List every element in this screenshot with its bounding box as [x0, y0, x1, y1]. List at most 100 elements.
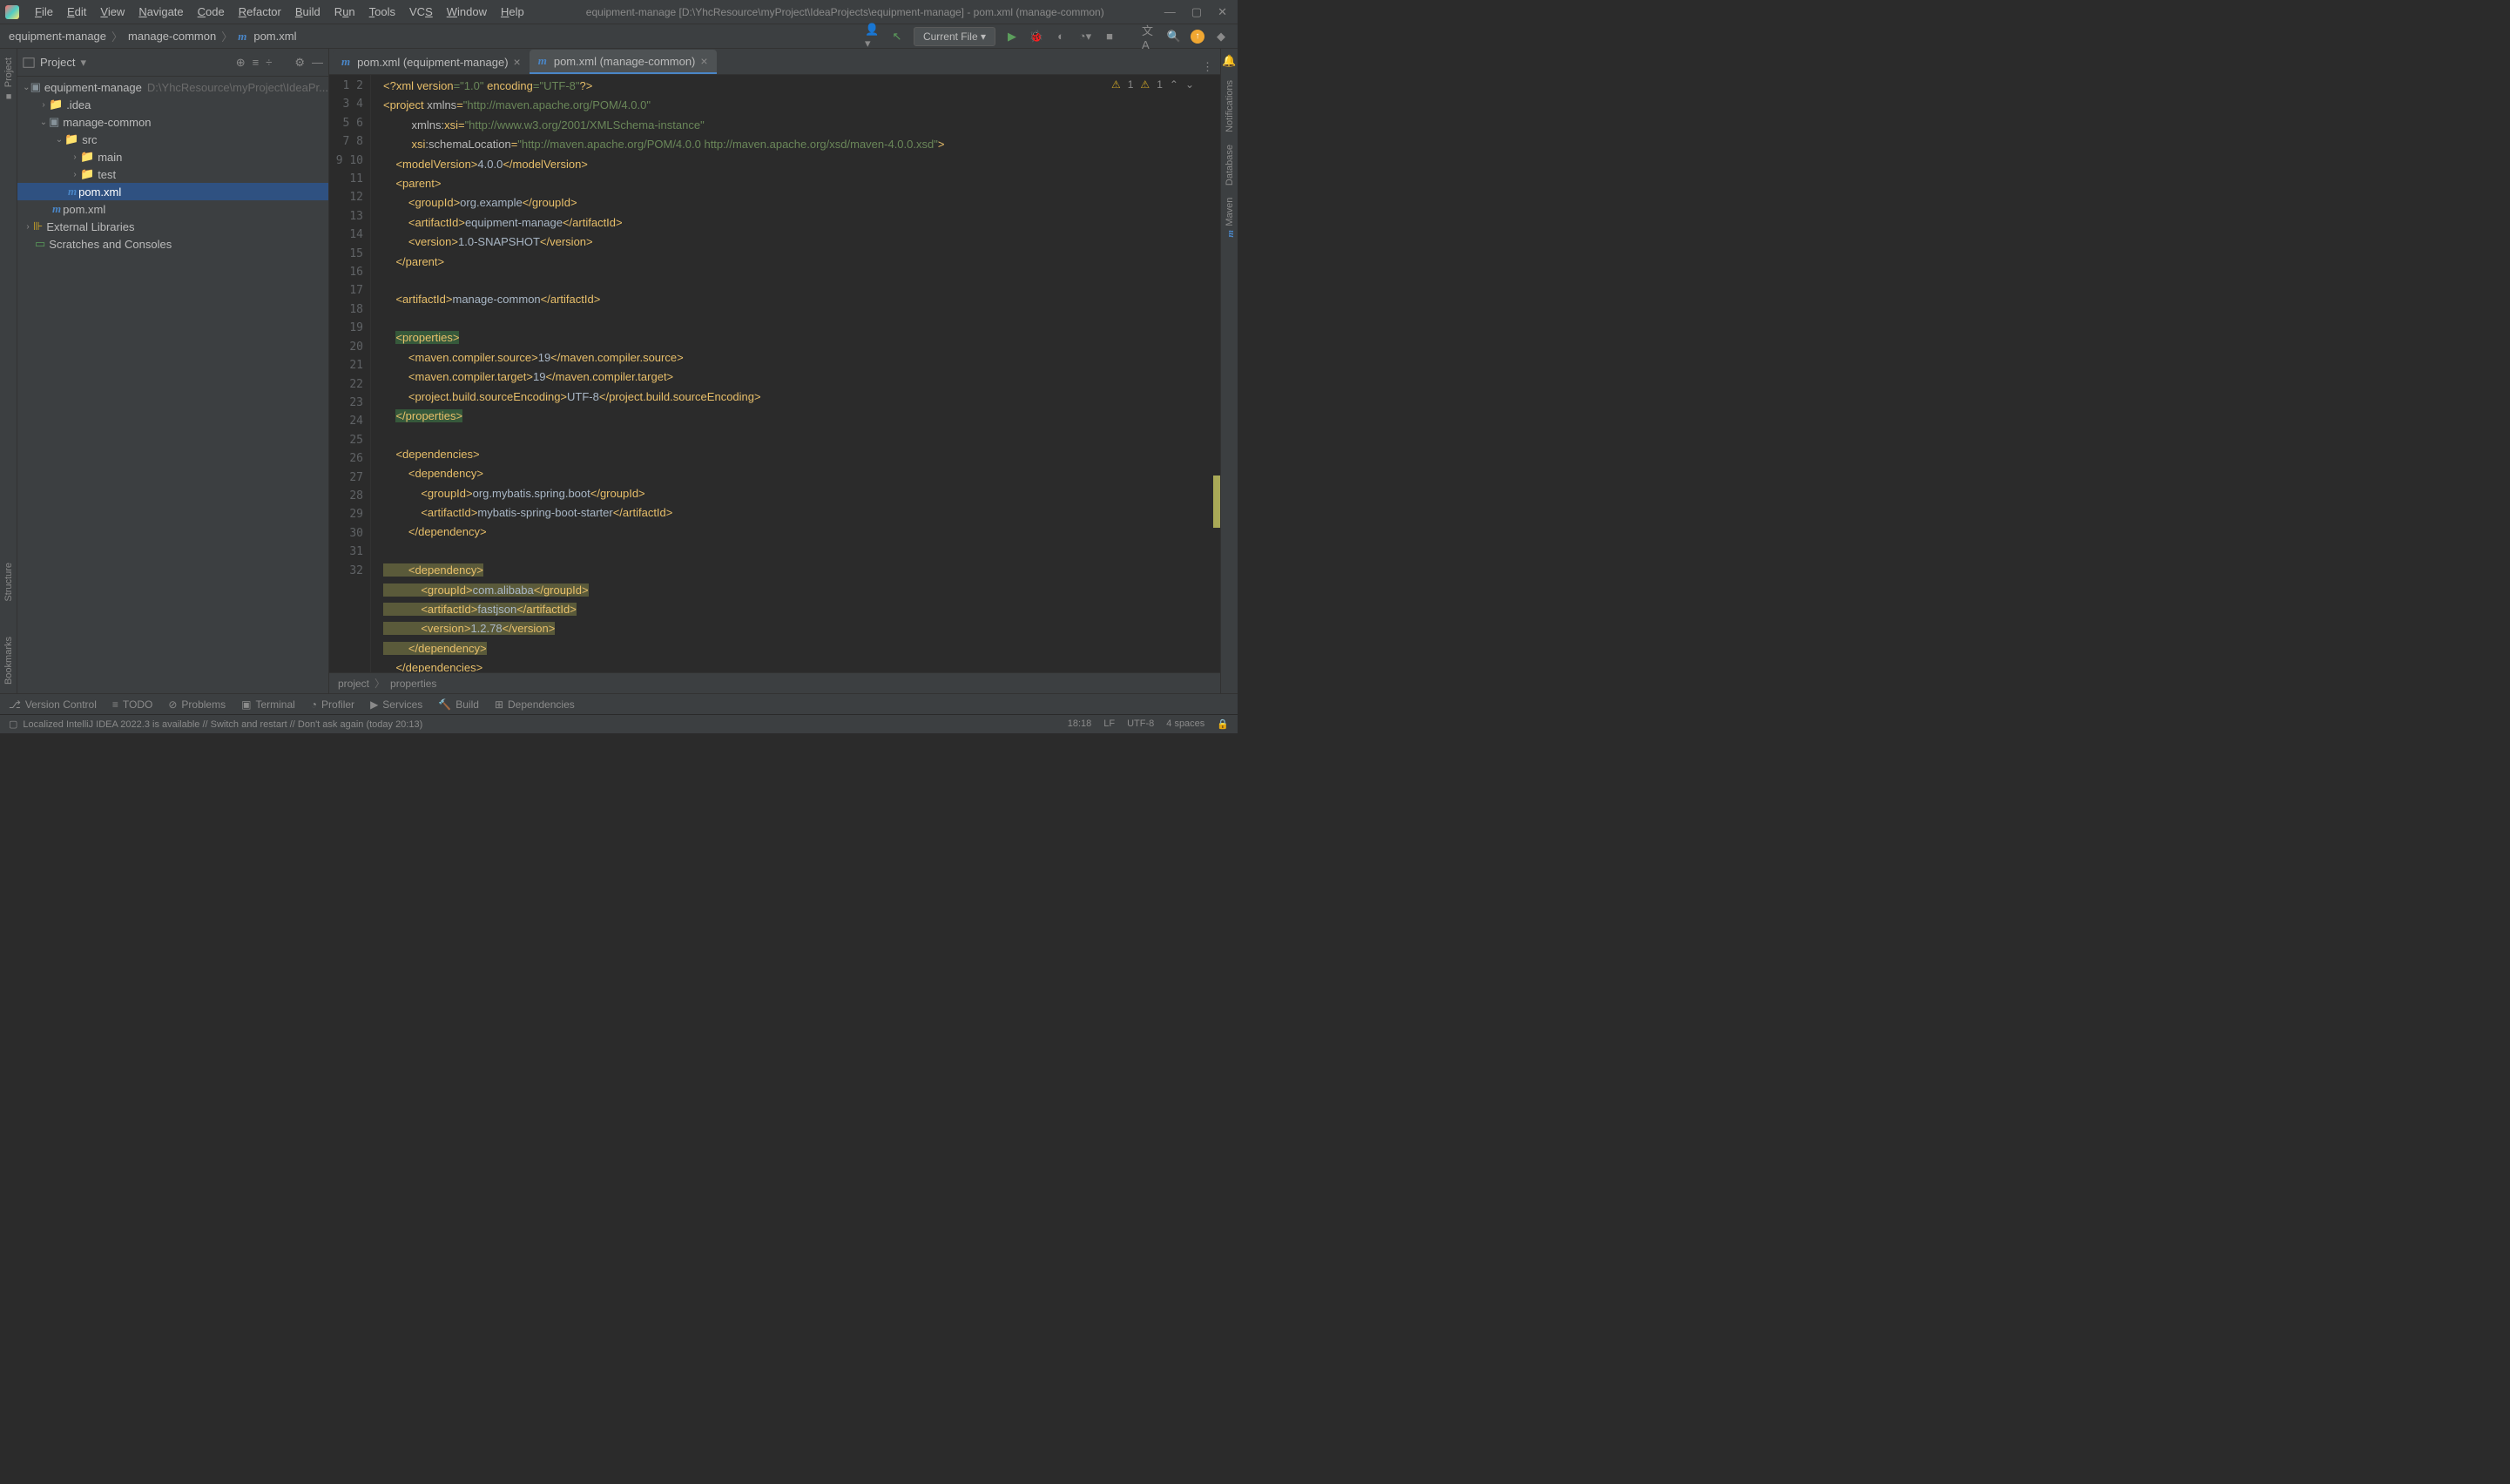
code-area[interactable]: <?xml version="1.0" encoding="UTF-8"?> <…: [380, 75, 1220, 672]
module-icon: ▣: [30, 80, 41, 94]
dropdown-icon[interactable]: ▾: [80, 56, 86, 70]
maximize-icon[interactable]: ▢: [1191, 5, 1202, 19]
tab-pom-equipment[interactable]: m pom.xml (equipment-manage) ×: [333, 50, 530, 74]
chevron-down-icon[interactable]: ⌄: [38, 118, 49, 127]
tool-project[interactable]: ■Project: [3, 57, 14, 101]
bc-part-2[interactable]: manage-common: [128, 30, 216, 43]
collapse-icon[interactable]: ÷: [266, 56, 272, 70]
jetbrains-icon[interactable]: ◆: [1213, 29, 1229, 44]
tool-vcs[interactable]: ⎇Version Control: [9, 698, 97, 711]
chevron-right-icon[interactable]: ›: [70, 152, 80, 162]
search-icon[interactable]: 🔍: [1166, 29, 1182, 44]
tool-structure[interactable]: Structure: [3, 563, 14, 602]
hide-icon[interactable]: —: [312, 56, 323, 70]
tool-build[interactable]: 🔨Build: [438, 698, 479, 711]
tool-bookmarks[interactable]: Bookmarks: [3, 637, 14, 685]
tool-maven[interactable]: mMaven: [1224, 198, 1236, 238]
settings-icon[interactable]: ⚙: [294, 56, 305, 70]
library-icon: ⊪: [33, 219, 43, 233]
update-icon[interactable]: ↑: [1191, 30, 1204, 44]
close-icon[interactable]: ✕: [1218, 5, 1227, 19]
bottom-tool-bar: ⎇Version Control ≡TODO ⊘Problems ▣Termin…: [0, 693, 1238, 714]
status-lf[interactable]: LF: [1103, 718, 1115, 730]
bell-icon[interactable]: 🔔: [1222, 54, 1236, 68]
run-config-select[interactable]: Current File ▾: [914, 27, 995, 46]
coverage-icon[interactable]: ◐: [1053, 29, 1069, 44]
status-enc[interactable]: UTF-8: [1127, 718, 1154, 730]
menu-vcs[interactable]: VCS: [402, 5, 440, 18]
menu-tools[interactable]: Tools: [362, 5, 402, 18]
folder-icon: 📁: [80, 150, 94, 164]
ebc-1[interactable]: project: [338, 678, 369, 690]
menu-file[interactable]: File: [28, 5, 60, 18]
close-tab-icon[interactable]: ×: [514, 55, 521, 69]
next-icon[interactable]: ⌄: [1185, 78, 1194, 91]
chevron-right-icon[interactable]: ›: [38, 100, 49, 110]
translate-icon[interactable]: 文A: [1142, 29, 1157, 44]
tool-notifications[interactable]: Notifications: [1225, 80, 1235, 132]
run-icon[interactable]: ▶: [1004, 29, 1020, 44]
tree-src[interactable]: ⌄ 📁 src: [17, 131, 328, 148]
lock-icon[interactable]: 🔒: [1217, 718, 1229, 730]
tree-scratches[interactable]: ▭ Scratches and Consoles: [17, 235, 328, 253]
close-tab-icon[interactable]: ×: [700, 54, 707, 68]
tree-pom2[interactable]: m pom.xml: [17, 200, 328, 218]
editor-body[interactable]: ⚠1 ⚠1 ⌃⌄ 1 2 3 4 5 6 7 8 9 10 11 12 13 1…: [329, 75, 1220, 672]
expand-icon[interactable]: ≡: [253, 56, 260, 70]
chevron-down-icon[interactable]: ⌄: [54, 135, 64, 145]
menu-build[interactable]: Build: [288, 5, 327, 18]
tree-main[interactable]: › 📁 main: [17, 148, 328, 165]
menu-navigate[interactable]: Navigate: [132, 5, 190, 18]
menu-run[interactable]: Run: [327, 5, 362, 18]
bc-part-3[interactable]: pom.xml: [253, 30, 296, 43]
bc-part-1[interactable]: equipment-manage: [9, 30, 106, 43]
prev-icon[interactable]: ⌃: [1170, 78, 1178, 91]
menu-window[interactable]: Window: [440, 5, 494, 18]
tool-problems[interactable]: ⊘Problems: [168, 698, 226, 711]
minimize-icon[interactable]: —: [1164, 5, 1176, 19]
ebc-2[interactable]: properties: [390, 678, 436, 690]
maven-file-icon: m: [238, 30, 246, 44]
status-indent[interactable]: 4 spaces: [1166, 718, 1204, 730]
profile-icon[interactable]: ◔▾: [1077, 29, 1093, 44]
tree-idea[interactable]: › 📁 .idea: [17, 96, 328, 113]
debug-icon[interactable]: 🐞: [1029, 29, 1044, 44]
menu-code[interactable]: Code: [191, 5, 232, 18]
build-icon: 🔨: [438, 698, 451, 711]
tree-pom1[interactable]: m pom.xml: [17, 183, 328, 200]
user-add-icon[interactable]: 👤▾: [865, 29, 881, 44]
status-pos[interactable]: 18:18: [1068, 718, 1092, 730]
chevron-right-icon[interactable]: ›: [23, 222, 33, 232]
chevron-down-icon[interactable]: ⌄: [23, 83, 30, 92]
tool-profiler[interactable]: ◔Profiler: [311, 698, 354, 711]
tree-manage-common[interactable]: ⌄ ▣ manage-common: [17, 113, 328, 131]
tab-pom-common[interactable]: m pom.xml (manage-common) ×: [530, 50, 717, 74]
tree-test[interactable]: › 📁 test: [17, 165, 328, 183]
tool-dependencies[interactable]: ⊞Dependencies: [495, 698, 575, 711]
tree-root[interactable]: ⌄ ▣ equipment-manage D:\YhcResource\myPr…: [17, 78, 328, 96]
select-open-icon[interactable]: ⊕: [236, 56, 246, 70]
tabs-menu-icon[interactable]: ⋮: [1195, 60, 1220, 74]
tool-todo[interactable]: ≡TODO: [112, 698, 152, 711]
todo-icon: ≡: [112, 698, 118, 711]
menu-edit[interactable]: Edit: [60, 5, 93, 18]
maven-file-icon: m: [341, 55, 350, 69]
menu-refactor[interactable]: Refactor: [232, 5, 288, 18]
chevron-right-icon[interactable]: ›: [70, 170, 80, 179]
menu-help[interactable]: Help: [494, 5, 531, 18]
menu-view[interactable]: View: [93, 5, 132, 18]
tool-services[interactable]: ▶Services: [370, 698, 422, 711]
fold-gutter[interactable]: [371, 75, 380, 672]
inspection-widget[interactable]: ⚠1 ⚠1 ⌃⌄: [1111, 78, 1194, 91]
gutter[interactable]: 1 2 3 4 5 6 7 8 9 10 11 12 13 14 15 16 1…: [329, 75, 371, 672]
sidebar-title[interactable]: Project: [40, 56, 75, 69]
folder-icon: 📁: [80, 167, 94, 181]
stop-icon[interactable]: ■: [1102, 29, 1117, 44]
status-msg[interactable]: Localized IntelliJ IDEA 2022.3 is availa…: [23, 719, 422, 730]
scrollbar[interactable]: [1211, 75, 1220, 672]
editor-breadcrumb: project 〉 properties: [329, 672, 1220, 693]
tree-external-libs[interactable]: › ⊪ External Libraries: [17, 218, 328, 235]
tool-database[interactable]: Database: [1225, 145, 1235, 186]
tool-terminal[interactable]: ▣Terminal: [241, 698, 295, 711]
back-icon[interactable]: ↖: [889, 29, 905, 44]
